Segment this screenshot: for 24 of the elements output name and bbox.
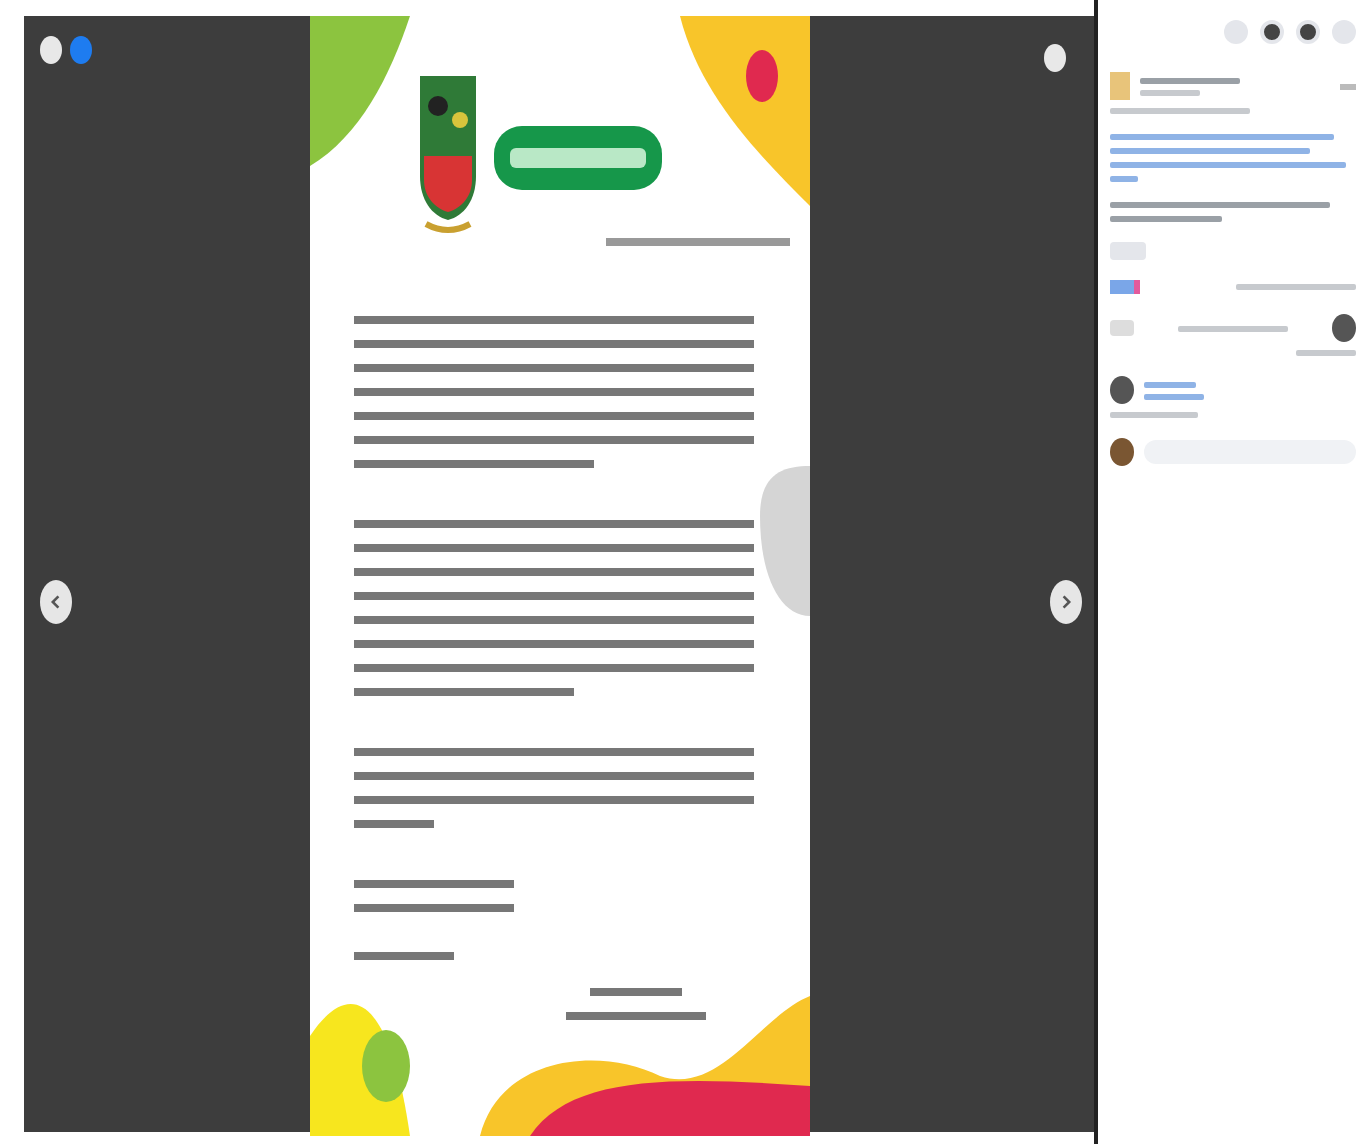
blurred-text-line: [1236, 284, 1356, 290]
blurred-text-line: [1140, 77, 1240, 83]
blurred-text-line: [1110, 176, 1138, 182]
blurred-text-line: [1140, 89, 1200, 95]
circle-icon[interactable]: [1296, 20, 1320, 44]
circle-icon[interactable]: [1044, 44, 1066, 72]
blurred-text-line: [1144, 381, 1196, 387]
more-icon[interactable]: [1340, 83, 1356, 89]
reaction-icon: [1110, 280, 1140, 294]
chevron-left-icon: [48, 594, 64, 610]
avatar-icon: [1110, 438, 1134, 466]
next-button[interactable]: [1050, 580, 1082, 624]
blurred-text-line: [1144, 393, 1204, 399]
blurred-text-line: [1110, 108, 1250, 114]
avatar-icon: [1332, 314, 1356, 342]
circle-icon[interactable]: [1260, 20, 1284, 44]
chevron-right-icon: [1058, 594, 1074, 610]
previous-button[interactable]: [40, 580, 72, 624]
blurred-text-line: [1178, 325, 1288, 331]
circle-icon[interactable]: [40, 36, 62, 64]
blurred-text-line: [1296, 350, 1356, 356]
blurred-text-line: [1110, 216, 1222, 222]
blurred-text-line: [1110, 412, 1198, 418]
avatar-icon: [1110, 376, 1134, 404]
